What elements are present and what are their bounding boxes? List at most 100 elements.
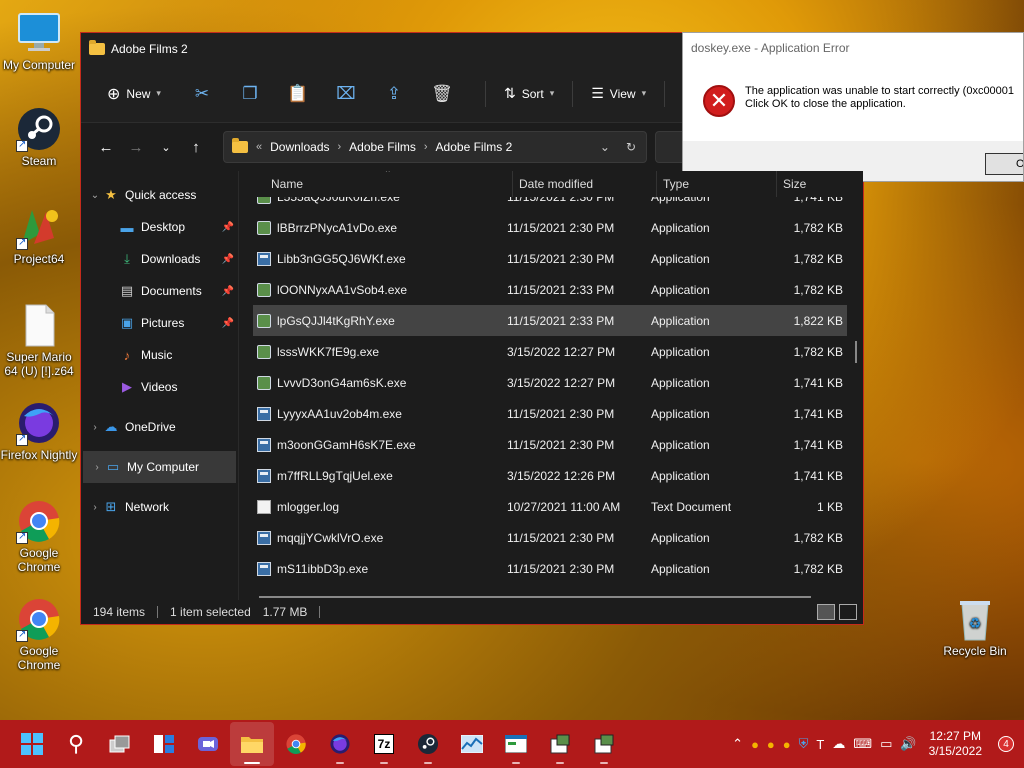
taskbar-chrome[interactable] [274,722,318,766]
notification-badge[interactable]: 4 [998,736,1014,752]
widgets-button[interactable] [142,722,186,766]
taskbar-file-explorer[interactable] [230,722,274,766]
teams-icon[interactable]: T [816,737,824,752]
taskbar-firefox[interactable] [318,722,362,766]
file-row[interactable]: mqqjjYCwklVrO.exe 11/15/2021 2:30 PM Appli… [253,522,847,553]
clock[interactable]: 12:27 PM 3/15/2022 [929,729,982,759]
file-row[interactable]: mS11ibbD3p.exe 11/15/2021 2:30 PM Applicat… [253,553,847,584]
view-button[interactable]: ☰ View ▾ [583,78,654,110]
chevron-down-icon[interactable]: ⌄ [87,190,103,201]
recent-locations-chevron-icon[interactable]: ⌄ [151,141,181,154]
teams-chat-button[interactable] [186,722,230,766]
chrome-tray-icon[interactable]: ● [783,737,791,752]
desktop-icon-super-mario-rom[interactable]: Super Mario 64 (U) [!].z64 [0,302,79,378]
nav-quick-access[interactable]: ⌄ ★ Quick access [81,179,238,211]
desktop-icon-firefox-nightly[interactable]: Firefox Nightly [0,400,79,462]
security-shield-icon[interactable]: ⛨ [799,736,809,752]
nav-onedrive[interactable]: › ☁ OneDrive [81,411,238,443]
desktop-icon-steam[interactable]: Steam [0,106,79,168]
paste-icon[interactable]: 📋 [283,78,313,110]
nav-pictures[interactable]: ▣ Pictures 📌 [81,307,238,339]
breadcrumb-downloads[interactable]: Downloads [270,140,329,154]
copy-icon[interactable]: ❐ [235,78,265,110]
start-button[interactable] [10,722,54,766]
task-view-button[interactable] [98,722,142,766]
volume-icon[interactable]: 🔊 [900,736,916,752]
file-row[interactable]: m3oonGGamH6sK7E.exe 11/15/2021 2:30 PM App… [253,429,847,460]
dialog-title[interactable]: doskey.exe - Application Error [683,33,1023,63]
pin-icon[interactable]: 📌 [222,318,234,329]
taskbar-setup-app-2[interactable] [582,722,626,766]
nav-music[interactable]: ♪ Music [81,339,238,371]
pin-icon[interactable]: 📌 [222,286,234,297]
chrome-tray-icon[interactable]: ● [751,737,759,752]
column-header-date[interactable]: Date modified [513,171,657,197]
sort-button[interactable]: ⇅ Sort ▾ [496,78,562,110]
column-header-size[interactable]: Size [777,171,857,197]
desktop-icon-project64[interactable]: Project64 [0,204,79,266]
horizontal-scrollbar[interactable] [259,596,811,598]
breadcrumb-chevron-icon[interactable]: › [338,141,342,153]
breadcrumb-chevron-icon[interactable]: › [424,141,428,153]
breadcrumb-adobe-films-2[interactable]: Adobe Films 2 [436,140,513,154]
file-row[interactable]: lpGsQJJl4tKgRhY.exe 11/15/2021 2:33 PM App… [253,305,847,336]
chevron-up-icon[interactable]: ⌃ [732,736,743,752]
pin-icon[interactable]: 📌 [222,254,234,265]
breadcrumb-overflow[interactable]: « [256,141,262,153]
file-row[interactable]: lsssWKK7fE9g.exe 3/15/2022 12:27 PM Applic… [253,336,847,367]
desktop-icon-google-chrome-1[interactable]: Google Chrome [0,498,79,574]
desktop-icon-recycle-bin[interactable]: ♻ Recycle Bin [935,596,1015,658]
display-icon[interactable]: ▭ [880,736,892,752]
ok-button[interactable]: OK [985,153,1023,175]
vertical-scrollbar[interactable] [855,341,857,363]
file-row[interactable]: lOONNyxAA1vSob4.exe 11/15/2021 2:33 PM App… [253,274,847,305]
column-header-name[interactable]: Name [239,171,513,197]
taskbar-steam[interactable] [406,722,450,766]
nav-videos[interactable]: ▶ Videos [81,371,238,403]
share-icon[interactable]: ⇪ [379,78,409,110]
new-button[interactable]: ⊕ New ▾ [99,78,169,110]
setup-app-icon [257,313,271,328]
cut-icon[interactable]: ✂ [187,78,217,110]
rename-icon[interactable]: ⌧ [331,78,361,110]
desktop-icon-google-chrome-2[interactable]: Google Chrome [0,596,79,672]
taskbar-app-window[interactable] [494,722,538,766]
pin-icon[interactable]: 📌 [222,222,234,233]
delete-icon[interactable]: 🗑 [427,78,457,110]
toolbar-divider [484,80,486,107]
nav-my-computer[interactable]: › ▭ My Computer [83,451,236,483]
cloud-offline-icon[interactable]: ☁ [832,736,845,752]
file-row[interactable]: LyyyxAA1uv2ob4m.exe 11/15/2021 2:30 PM App… [253,398,847,429]
file-row[interactable]: LvvvD3onG4am6sK.exe 3/15/2022 12:27 PM App… [253,367,847,398]
file-row[interactable]: m7ffRLL9gTqjUel.exe 3/15/2022 12:26 PM App… [253,460,847,491]
nav-documents[interactable]: ▤ Documents 📌 [81,275,238,307]
chevron-right-icon[interactable]: › [89,462,105,473]
taskbar-resource-monitor[interactable] [450,722,494,766]
address-history-chevron-icon[interactable]: ⌄ [600,140,610,154]
file-row[interactable]: lBBrrzPNycA1vDo.exe 11/15/2021 2:30 PM App… [253,212,847,243]
nav-desktop[interactable]: ▬ Desktop 📌 [81,211,238,243]
chevron-right-icon[interactable]: › [87,422,103,433]
nav-network[interactable]: › ⊞ Network [81,491,238,523]
taskbar-7zip[interactable]: 7z [362,722,406,766]
file-row[interactable]: Libb3nGG5QJ6WKf.exe 11/15/2021 2:30 PM App… [253,243,847,274]
forward-arrow-icon[interactable]: → [121,139,151,156]
desktop-icon-my-computer[interactable]: My Computer [0,10,79,72]
chrome-tray-icon[interactable]: ● [767,737,775,752]
refresh-icon[interactable]: ↻ [626,140,636,154]
chevron-right-icon[interactable]: › [87,502,103,513]
breadcrumb-adobe-films[interactable]: Adobe Films [349,140,416,154]
file-row[interactable]: mlogger.log 10/27/2021 11:00 AM Text Docum… [253,491,847,522]
keyboard-icon[interactable]: ⌨ [853,736,872,752]
up-arrow-icon[interactable]: ↑ [181,139,211,156]
taskbar-setup-app-1[interactable] [538,722,582,766]
back-arrow-icon[interactable]: ← [91,139,121,156]
nav-label: Videos [141,380,178,394]
column-header-type[interactable]: Type [657,171,777,197]
nav-downloads[interactable]: ⤓ Downloads 📌 [81,243,238,275]
search-button[interactable]: ⚲ [54,722,98,766]
details-view-icon[interactable] [817,604,835,620]
tiles-view-icon[interactable] [839,604,857,620]
address-bar[interactable]: « Downloads › Adobe Films › Adobe Films … [223,131,647,163]
recycle-bin-icon: ♻ [952,596,998,642]
